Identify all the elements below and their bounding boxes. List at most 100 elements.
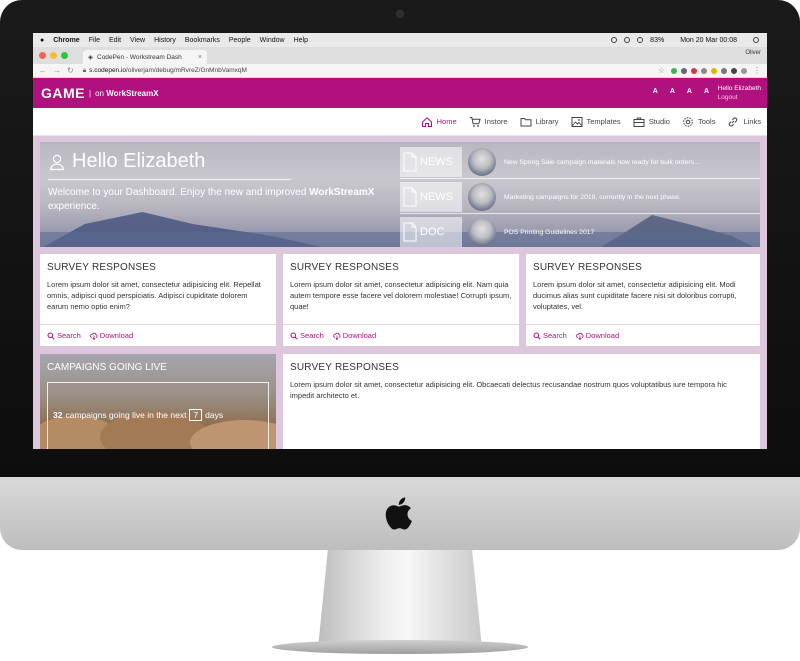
address-bar[interactable]: 🔒︎ s.codepen.io/oliverjam/debug/mRvreZ/G… [80,65,652,76]
logo-sub-brand: WorkStreamX [106,88,159,98]
nav-templates[interactable]: Templates [571,116,621,128]
apple-logo-icon [385,497,412,530]
apple-menu-icon[interactable]: ● [40,37,44,44]
minimize-window-button[interactable] [50,52,57,59]
nav-home[interactable]: Home [421,116,457,128]
news-tag: NEWS [400,147,462,177]
card-title: SURVEY RESPONSES [290,362,399,373]
campaigns-title: CAMPAIGNS GOING LIVE [47,362,167,373]
news-headline[interactable]: New Spring Sale campaign materials now r… [504,159,700,166]
logout-link[interactable]: Logout [718,93,761,102]
profile-name[interactable]: Oliver [745,50,761,56]
survey-card-wide: SURVEY RESPONSES Lorem ipsum dolor sit a… [283,354,760,449]
font-size-button[interactable]: A [704,88,709,95]
back-icon[interactable]: ← [39,66,47,75]
app-header: GAME | on WorkStreamX A A A A Hello Eliz… [33,78,767,108]
extension-icon[interactable] [711,67,717,74]
forward-icon[interactable]: → [53,66,61,75]
news-thumbnail [468,183,496,211]
tab-title: CodePen - Workstream Dash [97,53,182,61]
card-actions: Search Download [40,324,276,346]
monitor-stand [318,550,482,648]
menu-item-history[interactable]: History [154,37,176,44]
search-label: Search [300,331,324,340]
extension-icon[interactable] [731,67,737,74]
close-window-button[interactable] [39,52,46,59]
url-host: s.codepen.io [89,67,127,74]
download-label: Download [585,331,620,340]
nav-library[interactable]: Library [520,116,559,128]
codepen-icon: ◈ [88,54,93,61]
extension-icon[interactable] [721,67,727,74]
nav-studio[interactable]: Studio [633,116,670,128]
cloud-download-icon [89,332,98,340]
days-value[interactable]: 7 [189,409,203,421]
news-headline[interactable]: Marketing campaigns for 2018, currently … [504,194,681,201]
extension-icon[interactable] [681,67,687,74]
nav-instore[interactable]: Instore [469,116,508,128]
spotlight-icon[interactable] [753,37,759,43]
nav-links[interactable]: Links [727,116,761,128]
welcome-brand: WorkStreamX [309,187,375,198]
status-icon[interactable] [624,37,631,43]
dashboard-content: Hello Elizabeth Welcome to your Dashboar… [33,136,767,449]
search-link[interactable]: Search [47,331,81,340]
card-title: SURVEY RESPONSES [47,262,156,273]
card-title: SURVEY RESPONSES [533,262,642,273]
wifi-icon[interactable] [637,37,644,43]
news-item[interactable]: NEWS Marketing campaigns for 2018, curre… [400,181,760,214]
nav-tools[interactable]: Tools [682,116,715,128]
reload-icon[interactable]: ↻ [67,66,74,75]
extension-icon[interactable] [691,67,697,74]
campaigns-count: 32 [53,410,63,420]
bookmark-star-icon[interactable]: ☆ [658,66,665,75]
menu-item-help[interactable]: Help [294,37,308,44]
extension-icon[interactable] [741,67,747,74]
extension-icon[interactable] [671,67,677,74]
menubar-status: 83% Mon 20 Mar 00:08 [611,37,767,44]
menu-dots-icon[interactable]: ⋮ [753,66,761,75]
news-item[interactable]: DOC POS Printing Guidelines 2017 [400,216,760,247]
news-thumbnail [468,218,496,246]
menu-item-window[interactable]: Window [260,37,285,44]
nav-label: Instore [484,117,508,126]
logo-subtitle: on WorkStreamX [95,89,158,98]
lock-icon: 🔒︎ [82,66,87,74]
document-icon [403,187,417,207]
search-icon [47,332,55,340]
download-link[interactable]: Download [332,331,376,340]
download-link[interactable]: Download [575,331,620,340]
hero-welcome-text: Welcome to your Dashboard. Enjoy the new… [48,186,398,214]
font-size-button[interactable]: A [653,88,658,95]
font-size-button[interactable]: A [670,88,675,95]
browser-tab[interactable]: ◈ CodePen - Workstream Dash × [83,50,207,64]
status-icon[interactable] [611,37,618,43]
news-headline[interactable]: POS Printing Guidelines 2017 [504,229,594,236]
browser-tabbar: ◈ CodePen - Workstream Dash × Oliver [33,47,767,64]
extension-icon[interactable] [701,67,707,74]
menu-item-file[interactable]: File [89,37,100,44]
zoom-window-button[interactable] [61,52,68,59]
hero-divider [48,179,291,180]
news-list: NEWS New Spring Sale campaign materials … [400,146,760,247]
download-link[interactable]: Download [89,331,133,340]
menu-item-chrome[interactable]: Chrome [53,37,79,44]
search-link[interactable]: Search [533,331,567,340]
menu-item-people[interactable]: People [229,37,251,44]
clock[interactable]: Mon 20 Mar 00:08 [680,37,737,44]
nav-label: Studio [648,117,670,126]
app-logo[interactable]: GAME [41,85,85,101]
menu-item-bookmarks[interactable]: Bookmarks [185,37,220,44]
menu-item-view[interactable]: View [130,37,145,44]
font-size-button[interactable]: A [687,88,692,95]
news-item[interactable]: NEWS New Spring Sale campaign materials … [400,146,760,179]
search-link[interactable]: Search [290,331,324,340]
card-title: SURVEY RESPONSES [290,262,399,273]
battery-level[interactable]: 83% [650,37,664,44]
url-path: /oliverjam/debug/mRvreZ/GnMnbVamxqM [126,67,247,74]
news-tag-label: DOC [420,226,445,238]
card-body: Lorem ipsum dolor sit amet, consectetur … [290,280,512,311]
news-tag: DOC [400,217,462,247]
tab-close-icon[interactable]: × [198,54,202,61]
menu-item-edit[interactable]: Edit [109,37,121,44]
